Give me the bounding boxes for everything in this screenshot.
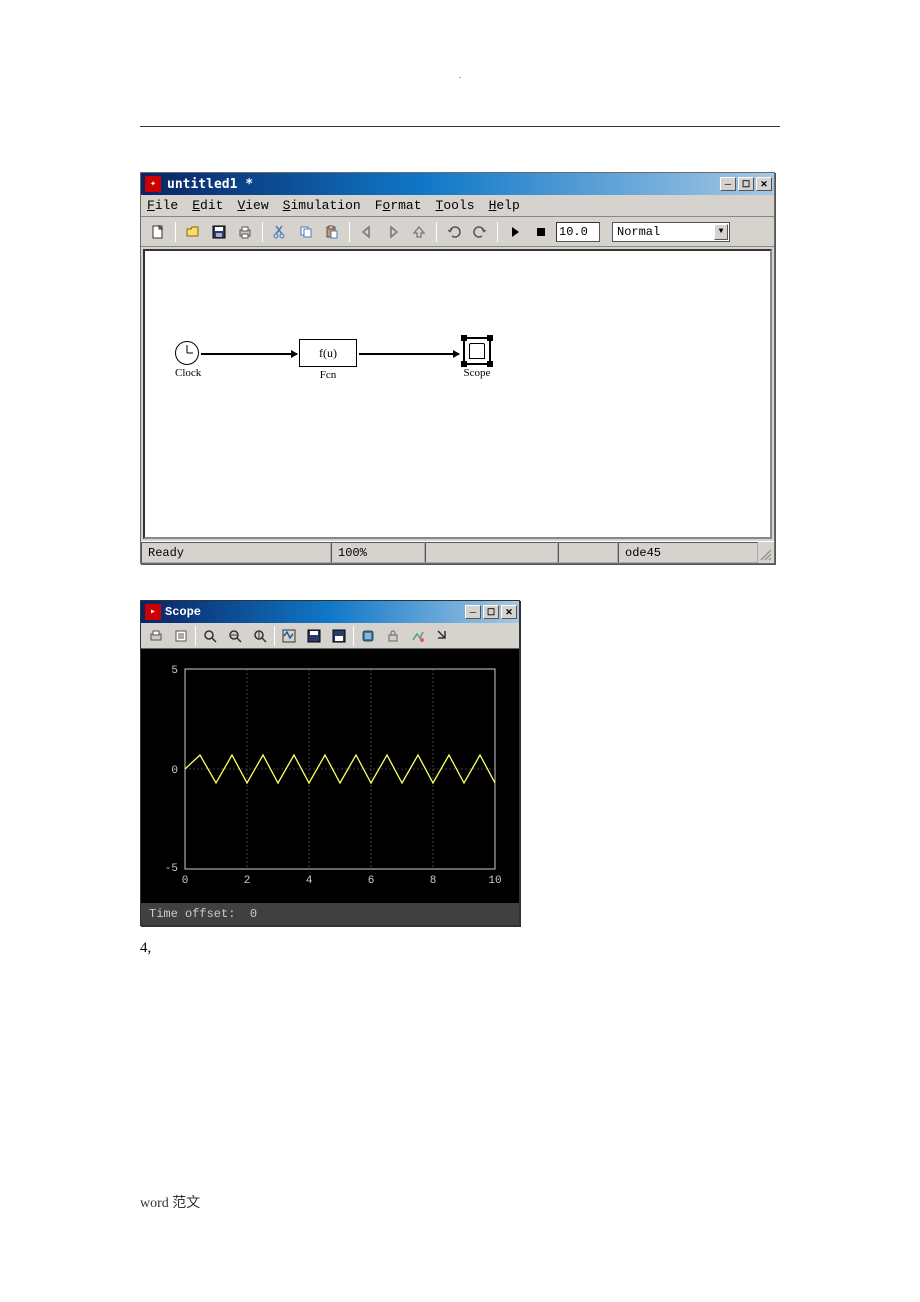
- close-button[interactable]: ✕: [756, 177, 772, 191]
- separator: [497, 222, 498, 242]
- separator: [436, 222, 437, 242]
- separator: [349, 222, 350, 242]
- header-rule: [140, 126, 780, 127]
- minimize-button[interactable]: ─: [465, 605, 481, 619]
- menu-view[interactable]: View: [237, 198, 268, 213]
- separator: [353, 626, 354, 646]
- toolbar: Normal ▼: [141, 217, 774, 247]
- svg-text:0: 0: [182, 875, 189, 887]
- menu-help[interactable]: Help: [489, 198, 520, 213]
- scope-plot[interactable]: 5 0 -5 0 2 4 6 8 10: [141, 649, 519, 903]
- scope-label: Scope: [463, 367, 491, 379]
- svg-text:-5: -5: [165, 863, 178, 875]
- separator: [175, 222, 176, 242]
- status-zoom: 100%: [331, 542, 425, 563]
- scope-app-icon: [145, 604, 161, 620]
- back-icon[interactable]: [356, 221, 378, 243]
- chevron-down-icon: ▼: [714, 224, 728, 240]
- mode-value: Normal: [617, 225, 660, 239]
- scope-window: Scope ─ ☐ ✕: [140, 600, 520, 926]
- simulink-window: untitled1 * ─ ☐ ✕ File Edit View Simulat…: [140, 172, 775, 564]
- print-icon[interactable]: [145, 625, 167, 647]
- signal-wire[interactable]: [359, 353, 459, 355]
- fcn-body: f(u): [299, 339, 357, 367]
- window-title: untitled1 *: [167, 177, 720, 192]
- detach-icon[interactable]: [432, 625, 454, 647]
- cut-icon[interactable]: [269, 221, 291, 243]
- item-number: 4,: [140, 940, 780, 957]
- stop-time-input[interactable]: [556, 222, 600, 242]
- fcn-block[interactable]: f(u) Fcn: [299, 339, 357, 381]
- menu-format[interactable]: Format: [375, 198, 422, 213]
- save-icon[interactable]: [208, 221, 230, 243]
- print-icon[interactable]: [234, 221, 256, 243]
- status-solver: ode45: [618, 542, 758, 563]
- restore-axes-icon[interactable]: [328, 625, 350, 647]
- time-offset: Time offset: 0: [141, 903, 519, 925]
- minimize-button[interactable]: ─: [720, 177, 736, 191]
- svg-text:5: 5: [171, 665, 178, 677]
- clock-block[interactable]: Clock: [175, 341, 201, 379]
- signal-select-icon[interactable]: [407, 625, 429, 647]
- model-canvas[interactable]: Clock f(u) Fcn Scope: [143, 249, 772, 539]
- svg-text:4: 4: [306, 875, 313, 887]
- titlebar[interactable]: untitled1 * ─ ☐ ✕: [141, 173, 774, 195]
- fcn-label: Fcn: [299, 369, 357, 381]
- mode-select[interactable]: Normal ▼: [612, 222, 730, 242]
- scope-titlebar[interactable]: Scope ─ ☐ ✕: [141, 601, 519, 623]
- page-header-dot: .: [140, 70, 780, 81]
- new-icon[interactable]: [147, 221, 169, 243]
- svg-text:2: 2: [244, 875, 251, 887]
- undo-icon[interactable]: [443, 221, 465, 243]
- svg-text:8: 8: [430, 875, 437, 887]
- maximize-button[interactable]: ☐: [738, 177, 754, 191]
- plot-svg: 5 0 -5 0 2 4 6 8 10: [149, 659, 511, 899]
- svg-text:6: 6: [368, 875, 375, 887]
- save-axes-icon[interactable]: [303, 625, 325, 647]
- statusbar: Ready 100% ode45: [141, 541, 774, 563]
- resize-grip-icon[interactable]: [758, 542, 774, 563]
- svg-text:10: 10: [488, 875, 501, 887]
- menu-simulation[interactable]: Simulation: [283, 198, 361, 213]
- zoom-icon[interactable]: [199, 625, 221, 647]
- copy-icon[interactable]: [295, 221, 317, 243]
- up-icon[interactable]: [408, 221, 430, 243]
- separator: [274, 626, 275, 646]
- scope-title: Scope: [165, 605, 465, 619]
- clock-icon: [175, 341, 199, 365]
- status-ready: Ready: [141, 542, 331, 563]
- separator: [195, 626, 196, 646]
- floating-icon[interactable]: [357, 625, 379, 647]
- close-button[interactable]: ✕: [501, 605, 517, 619]
- scope-toolbar: [141, 623, 519, 649]
- open-icon[interactable]: [182, 221, 204, 243]
- menu-tools[interactable]: Tools: [436, 198, 475, 213]
- separator: [262, 222, 263, 242]
- parameters-icon[interactable]: [170, 625, 192, 647]
- simulink-app-icon: [145, 176, 161, 192]
- autoscale-icon[interactable]: [278, 625, 300, 647]
- stop-icon[interactable]: [530, 221, 552, 243]
- clock-label: Clock: [175, 367, 201, 379]
- page-footer: word 范文: [140, 1192, 200, 1212]
- scope-icon: [463, 337, 491, 365]
- paste-icon[interactable]: [321, 221, 343, 243]
- zoom-y-icon[interactable]: [249, 625, 271, 647]
- signal-wire[interactable]: [201, 353, 297, 355]
- lock-icon[interactable]: [382, 625, 404, 647]
- svg-text:0: 0: [171, 765, 178, 777]
- forward-icon[interactable]: [382, 221, 404, 243]
- menubar: File Edit View Simulation Format Tools H…: [141, 195, 774, 217]
- menu-file[interactable]: File: [147, 198, 178, 213]
- redo-icon[interactable]: [469, 221, 491, 243]
- play-icon[interactable]: [504, 221, 526, 243]
- maximize-button[interactable]: ☐: [483, 605, 499, 619]
- scope-block[interactable]: Scope: [463, 337, 491, 379]
- status-blank2: [558, 542, 618, 563]
- menu-edit[interactable]: Edit: [192, 198, 223, 213]
- status-blank: [425, 542, 558, 563]
- zoom-x-icon[interactable]: [224, 625, 246, 647]
